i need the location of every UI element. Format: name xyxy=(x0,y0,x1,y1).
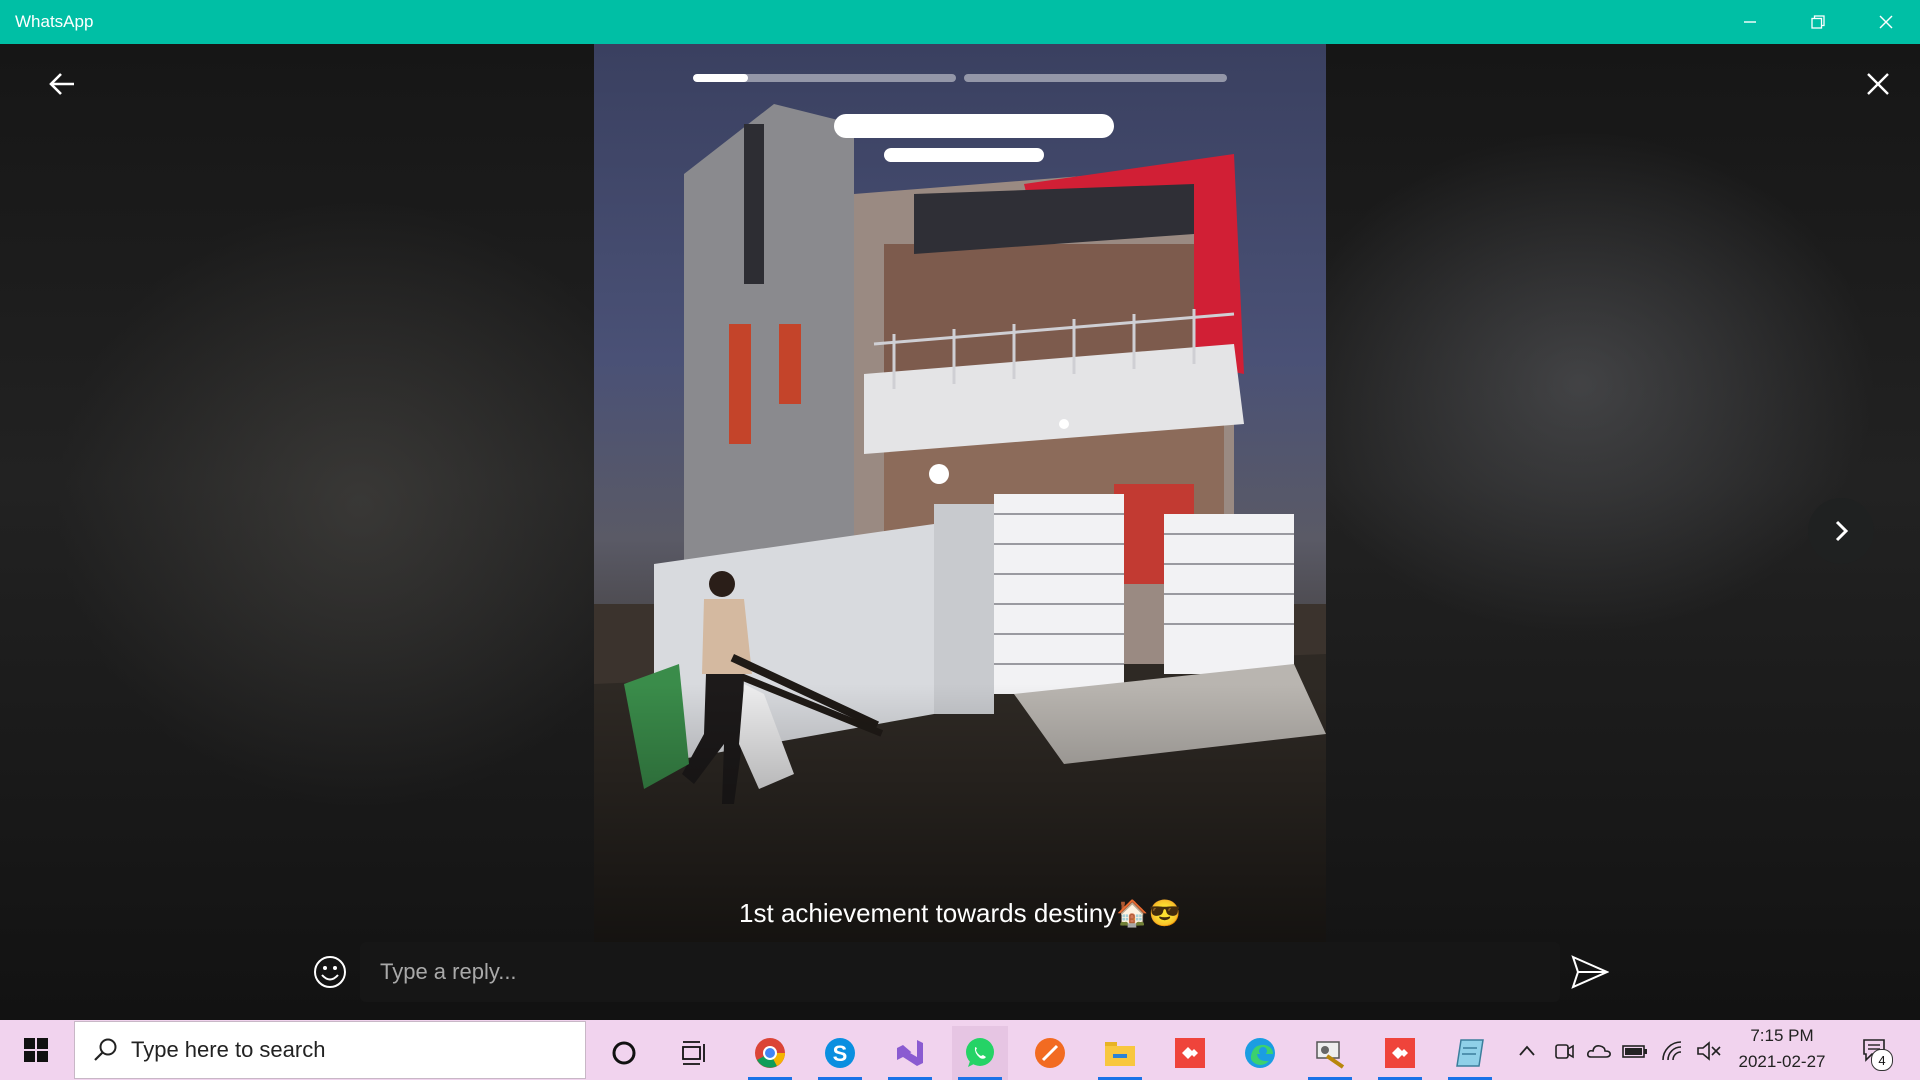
taskbar-app-whatsapp[interactable] xyxy=(952,1026,1008,1080)
battery-button[interactable] xyxy=(1622,1038,1648,1064)
network-button[interactable] xyxy=(1660,1038,1686,1064)
battery-icon xyxy=(1622,1045,1647,1058)
window-controls xyxy=(1716,0,1920,44)
taskbar-app-anydesk[interactable] xyxy=(1162,1026,1218,1080)
emoji-icon xyxy=(314,956,346,988)
start-button[interactable] xyxy=(0,1020,72,1080)
minimize-icon xyxy=(1744,21,1756,23)
taskbar-app-tool[interactable] xyxy=(1302,1026,1358,1080)
back-arrow-icon xyxy=(49,73,74,95)
skype-icon: S xyxy=(825,1038,855,1068)
whatsapp-icon xyxy=(966,1038,994,1067)
taskbar-clock[interactable]: 7:15 PM 2021-02-27 xyxy=(1722,1026,1842,1072)
progress-fill xyxy=(693,74,749,82)
volume-button[interactable] xyxy=(1696,1038,1722,1064)
taskbar-search[interactable]: Type here to search xyxy=(74,1021,586,1079)
status-photo xyxy=(594,44,1326,944)
clock-date: 2021-02-27 xyxy=(1738,1052,1826,1071)
send-icon xyxy=(1571,955,1609,989)
taskbar-app-edge[interactable] xyxy=(1232,1026,1288,1080)
tool-icon xyxy=(1316,1041,1345,1069)
taskbar-app-visual-studio[interactable] xyxy=(882,1026,938,1080)
taskbar-app-notepad[interactable] xyxy=(1442,1026,1498,1080)
meet-now-icon xyxy=(1555,1044,1574,1059)
taskbar: Type here to search S 7:15 PM 2021-02-27… xyxy=(0,1020,1920,1080)
visual-studio-icon xyxy=(897,1040,923,1066)
file-explorer-icon xyxy=(1105,1042,1135,1066)
anydesk-icon xyxy=(1175,1038,1205,1068)
cortana-button[interactable] xyxy=(596,1026,652,1080)
close-icon xyxy=(1879,15,1893,29)
status-caption: 1st achievement towards destiny🏠😎 xyxy=(739,898,1181,928)
restore-button[interactable] xyxy=(1784,0,1852,44)
notification-count-badge: 4 xyxy=(1871,1049,1893,1071)
svg-text:S: S xyxy=(833,1041,848,1066)
next-status-button[interactable] xyxy=(1808,498,1874,564)
redaction-scribble xyxy=(834,114,1114,138)
cortana-icon xyxy=(612,1041,636,1065)
close-status-button[interactable] xyxy=(1858,64,1898,104)
chevron-up-icon xyxy=(1519,1045,1535,1056)
status-progress xyxy=(693,74,1227,82)
task-view-button[interactable] xyxy=(667,1026,723,1080)
taskbar-app-file-explorer[interactable] xyxy=(1092,1026,1148,1080)
chrome-icon xyxy=(755,1038,785,1068)
windows-logo-icon xyxy=(24,1038,48,1062)
notepad-icon xyxy=(1456,1039,1484,1067)
show-hidden-icons-button[interactable] xyxy=(1514,1038,1540,1064)
taskbar-app-anydesk[interactable] xyxy=(1372,1026,1428,1080)
progress-segment xyxy=(693,74,956,82)
meet-now-button[interactable] xyxy=(1551,1038,1577,1064)
reply-input[interactable] xyxy=(380,942,1550,1002)
redaction-scribble xyxy=(884,148,1044,162)
search-icon xyxy=(94,1038,117,1061)
restore-icon xyxy=(1811,15,1825,29)
status-viewer: 1st achievement towards destiny🏠😎 xyxy=(0,44,1920,1020)
minimize-button[interactable] xyxy=(1716,0,1784,44)
edge-icon xyxy=(1245,1038,1275,1068)
send-button[interactable] xyxy=(1566,948,1614,996)
task-view-icon xyxy=(682,1041,705,1065)
volume-muted-icon xyxy=(1697,1041,1721,1061)
anydesk-icon xyxy=(1385,1038,1415,1068)
chevron-right-icon xyxy=(1835,520,1849,542)
sketch-app-icon xyxy=(1035,1038,1065,1068)
taskbar-app-chrome[interactable] xyxy=(742,1026,798,1080)
back-button[interactable] xyxy=(42,64,82,104)
close-icon xyxy=(1867,73,1889,95)
clock-time: 7:15 PM xyxy=(1750,1026,1814,1045)
app-title: WhatsApp xyxy=(15,12,94,31)
emoji-button[interactable] xyxy=(308,950,352,994)
onedrive-icon xyxy=(1587,1045,1611,1058)
wifi-icon xyxy=(1662,1041,1682,1061)
taskbar-app-skype[interactable]: S xyxy=(812,1026,868,1080)
progress-segment xyxy=(964,74,1227,82)
onedrive-button[interactable] xyxy=(1586,1038,1612,1064)
search-placeholder: Type here to search xyxy=(131,1037,326,1062)
close-window-button[interactable] xyxy=(1852,0,1920,44)
taskbar-app-sketch[interactable] xyxy=(1022,1026,1078,1080)
title-bar: WhatsApp xyxy=(0,0,1920,44)
